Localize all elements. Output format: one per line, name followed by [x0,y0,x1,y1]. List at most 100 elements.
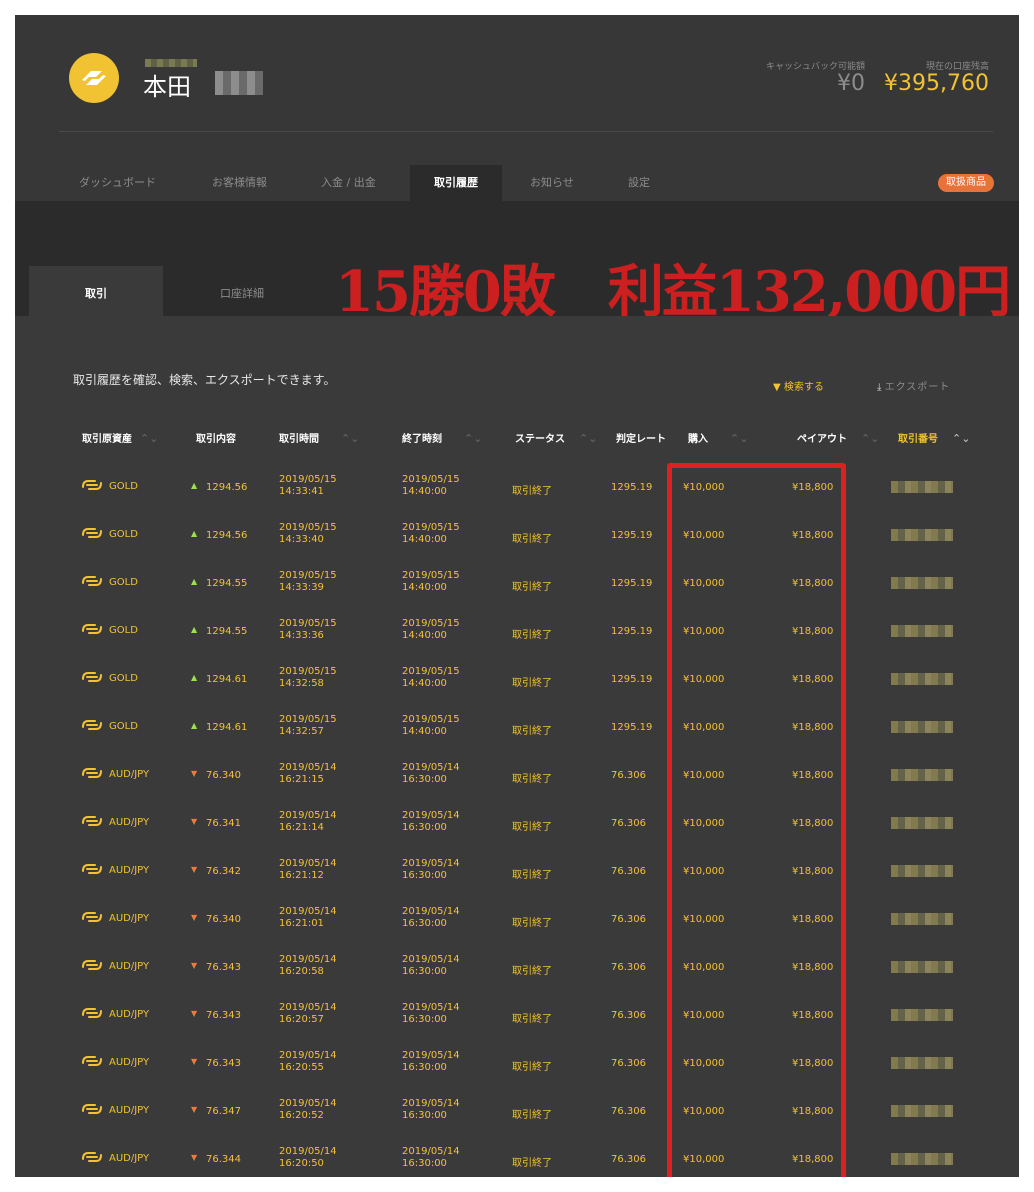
table-row[interactable]: AUD/JPY ▼ 76.341 2019/05/14 16:21:14 2019/05/… [29,800,1005,848]
buy-amount: ¥10,000 [683,1010,725,1021]
payout-amount: ¥18,800 [792,962,834,973]
judgement-rate: 1295.19 [611,626,653,637]
asset-name: GOLD [109,481,138,492]
buy-amount: ¥10,000 [683,866,725,877]
col-asset-header[interactable]: 取引原資産 ⌃⌄ [82,430,158,445]
sort-icon[interactable]: ⌃⌄ [341,432,359,445]
user-name: 本田 [143,73,191,101]
sort-icon[interactable]: ⌃⌄ [861,432,879,445]
buy-amount: ¥10,000 [683,674,725,685]
trade-content: 76.343 [206,1010,241,1021]
trade-time: 2019/05/14 16:21:14 [279,810,337,833]
payout-amount: ¥18,800 [792,1106,834,1117]
nav-deposit-withdraw[interactable]: 入金 / 出金 [321,165,376,201]
asset-link-icon [81,717,103,736]
table-row[interactable]: AUD/JPY ▼ 76.344 2019/05/14 16:20:50 2019/05/… [29,1136,1005,1177]
products-badge-button[interactable]: 取扱商品 [938,174,994,192]
table-row[interactable]: AUD/JPY ▼ 76.347 2019/05/14 16:20:52 2019/05/… [29,1088,1005,1136]
export-button[interactable]: ⤓ エクスポート [877,378,950,393]
end-time: 2019/05/14 16:30:00 [402,1050,460,1073]
trade-content: 76.347 [206,1106,241,1117]
arrow-down-icon: ▼ [191,865,198,874]
judgement-rate: 76.306 [611,1106,646,1117]
trade-content: 76.343 [206,962,241,973]
trade-time: 2019/05/15 14:33:39 [279,570,337,593]
trade-time: 2019/05/15 14:33:41 [279,474,337,497]
pixelated-trade-number [891,529,953,541]
table-row[interactable]: GOLD ▲ 1294.61 2019/05/15 14:32:57 2019/05/15… [29,704,1005,752]
trade-history-panel: 取引履歴を確認、検索、エクスポートできます。 ▼ 検索する ⤓ エクスポート 取… [29,316,1005,1177]
tab-account-details[interactable]: 口座詳細 [175,266,309,316]
trade-time: 2019/05/14 16:20:50 [279,1146,337,1169]
sort-icon[interactable]: ⌃⌄ [952,432,970,445]
arrow-down-icon: ▼ [191,1009,198,1018]
table-row[interactable]: GOLD ▲ 1294.61 2019/05/15 14:32:58 2019/05/15… [29,656,1005,704]
sort-icon[interactable]: ⌃⌄ [464,432,482,445]
asset-name: AUD/JPY [109,1009,150,1020]
trade-time: 2019/05/15 14:32:57 [279,714,337,737]
asset-name: GOLD [109,625,138,636]
search-button[interactable]: ▼ 検索する [773,378,824,393]
arrow-up-icon: ▲ [191,481,198,490]
header-divider [59,131,993,132]
filter-icon: ▼ [773,382,781,393]
download-icon: ⤓ [877,382,882,393]
col-trade-number-header[interactable]: 取引番号 ⌃⌄ [898,430,970,445]
col-end-time-header[interactable]: 終了時刻 ⌃⌄ [402,430,482,445]
trade-status: 取引終了 [512,774,552,785]
table-row[interactable]: GOLD ▲ 1294.55 2019/05/15 14:33:39 2019/05/15… [29,560,1005,608]
pixelated-trade-number [891,1105,953,1117]
judgement-rate: 1295.19 [611,530,653,541]
table-row[interactable]: AUD/JPY ▼ 76.340 2019/05/14 16:21:01 2019/05/… [29,896,1005,944]
arrow-down-icon: ▼ [191,817,198,826]
pixelated-trade-number [891,481,953,493]
buy-amount: ¥10,000 [683,818,725,829]
search-label: 検索する [783,382,824,393]
trade-content: 76.343 [206,1058,241,1069]
asset-link-icon [81,909,103,928]
table-row[interactable]: AUD/JPY ▼ 76.340 2019/05/14 16:21:15 2019/05/… [29,752,1005,800]
col-buy-header[interactable]: 購入 ⌃⌄ [688,430,748,445]
trade-content: 1294.56 [206,482,248,493]
judgement-rate: 1295.19 [611,722,653,733]
table-row[interactable]: GOLD ▲ 1294.56 2019/05/15 14:33:40 2019/05/15… [29,512,1005,560]
trade-time: 2019/05/15 14:33:40 [279,522,337,545]
trade-status: 取引終了 [512,966,552,977]
payout-amount: ¥18,800 [792,674,834,685]
table-row[interactable]: AUD/JPY ▼ 76.343 2019/05/14 16:20:58 2019/05/… [29,944,1005,992]
tab-trades[interactable]: 取引 [29,266,163,316]
pixelated-trade-number [891,1153,953,1165]
judgement-rate: 76.306 [611,1058,646,1069]
trade-content: 1294.55 [206,578,248,589]
brand-logo-icon[interactable] [69,53,119,103]
table-row[interactable]: AUD/JPY ▼ 76.342 2019/05/14 16:21:12 2019/05/… [29,848,1005,896]
judgement-rate: 76.306 [611,914,646,925]
arrow-down-icon: ▼ [191,1153,198,1162]
nav-dashboard[interactable]: ダッシュボード [79,165,156,201]
asset-name: AUD/JPY [109,769,150,780]
trade-time: 2019/05/14 16:20:55 [279,1050,337,1073]
nav-notifications[interactable]: お知らせ [530,165,574,201]
table-row[interactable]: AUD/JPY ▼ 76.343 2019/05/14 16:20:57 2019/05/… [29,992,1005,1040]
asset-name: AUD/JPY [109,1105,150,1116]
trade-status: 取引終了 [512,870,552,881]
table-row[interactable]: GOLD ▲ 1294.55 2019/05/15 14:33:36 2019/05/15… [29,608,1005,656]
trade-status: 取引終了 [512,1014,552,1025]
nav-customer-info[interactable]: お客様情報 [212,165,267,201]
payout-amount: ¥18,800 [792,1154,834,1165]
judgement-rate: 76.306 [611,1010,646,1021]
asset-name: GOLD [109,721,138,732]
arrow-down-icon: ▼ [191,1057,198,1066]
sort-icon[interactable]: ⌃⌄ [140,432,158,445]
table-row[interactable]: AUD/JPY ▼ 76.343 2019/05/14 16:20:55 2019/05/… [29,1040,1005,1088]
nav-trade-history[interactable]: 取引履歴 [410,165,502,201]
trade-status: 取引終了 [512,918,552,929]
nav-settings[interactable]: 設定 [628,165,650,201]
sort-icon[interactable]: ⌃⌄ [730,432,748,445]
trade-time: 2019/05/14 16:20:57 [279,1002,337,1025]
col-payout-header[interactable]: ペイアウト ⌃⌄ [797,430,879,445]
table-row[interactable]: GOLD ▲ 1294.56 2019/05/15 14:33:41 2019/05/15… [29,464,1005,512]
col-status-header[interactable]: ステータス ⌃⌄ [515,430,597,445]
col-trade-time-header[interactable]: 取引時間 ⌃⌄ [279,430,359,445]
sort-icon[interactable]: ⌃⌄ [579,432,597,445]
